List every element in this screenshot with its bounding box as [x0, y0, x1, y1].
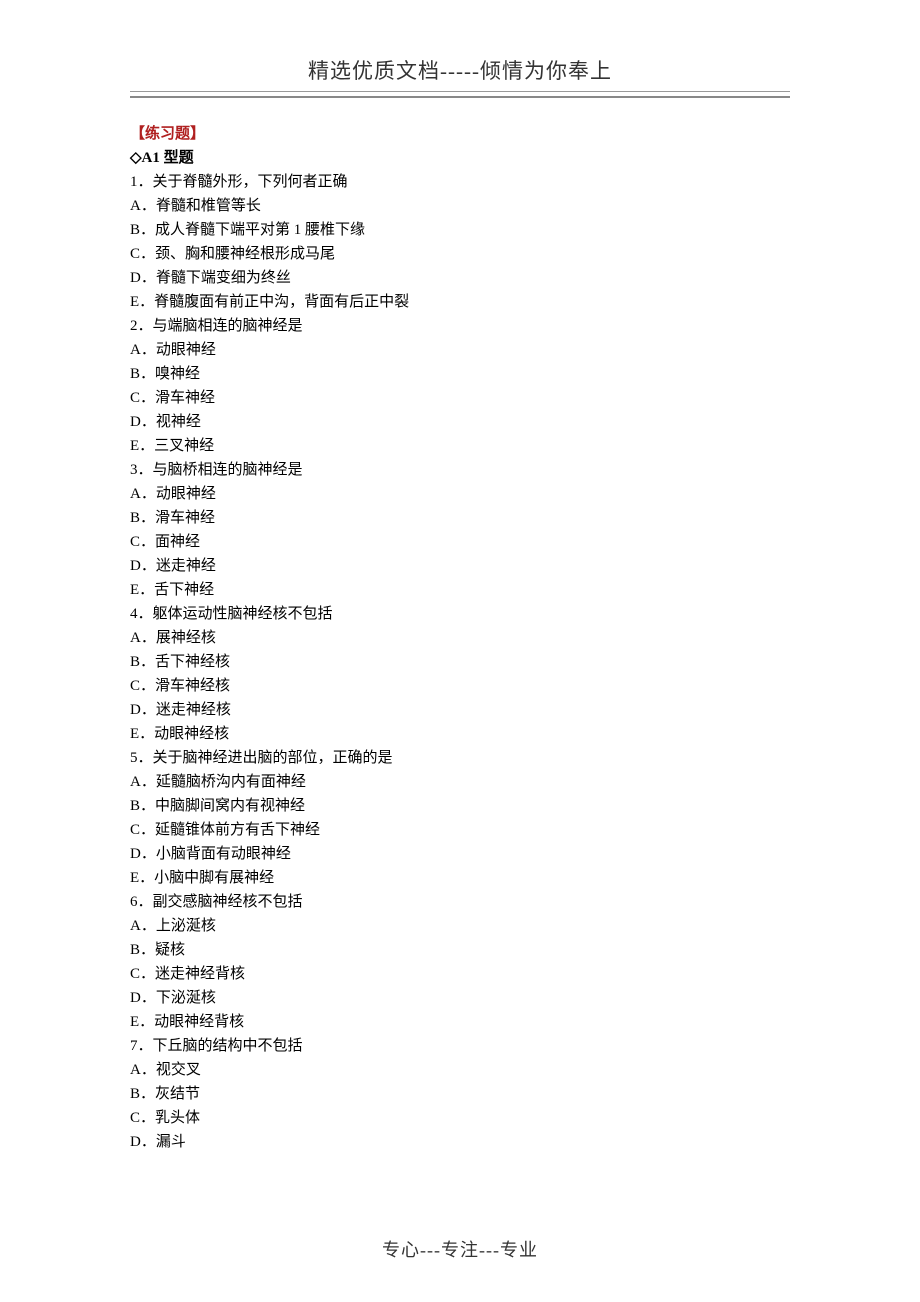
question-stem: 1．关于脊髓外形，下列何者正确 [130, 170, 790, 194]
question-option: D．脊髓下端变细为终丝 [130, 266, 790, 290]
question-option: A．展神经核 [130, 626, 790, 650]
question-option: E．动眼神经背核 [130, 1010, 790, 1034]
question-option: D．漏斗 [130, 1130, 790, 1154]
question-option: D．小脑背面有动眼神经 [130, 842, 790, 866]
question-option: E．动眼神经核 [130, 722, 790, 746]
question-option: E．舌下神经 [130, 578, 790, 602]
question-option: A．动眼神经 [130, 338, 790, 362]
question-option: B．嗅神经 [130, 362, 790, 386]
question-option: B．舌下神经核 [130, 650, 790, 674]
question-option: A．视交叉 [130, 1058, 790, 1082]
page-header: 精选优质文档-----倾情为你奉上 [130, 55, 790, 104]
question-type-title: ◇A1 型题 [130, 146, 790, 170]
question-option: A．动眼神经 [130, 482, 790, 506]
question-option: D．迷走神经核 [130, 698, 790, 722]
question-option: C．滑车神经核 [130, 674, 790, 698]
question-option: A．延髓脑桥沟内有面神经 [130, 770, 790, 794]
page-footer: 专心---专注---专业 [0, 1236, 920, 1262]
header-text: 精选优质文档-----倾情为你奉上 [308, 59, 612, 83]
question-stem: 2．与端脑相连的脑神经是 [130, 314, 790, 338]
question-stem: 4．躯体运动性脑神经核不包括 [130, 602, 790, 626]
question-option: C．颈、胸和腰神经根形成马尾 [130, 242, 790, 266]
question-option: E．小脑中脚有展神经 [130, 866, 790, 890]
question-stem: 5．关于脑神经进出脑的部位，正确的是 [130, 746, 790, 770]
question-option: D．下泌涎核 [130, 986, 790, 1010]
question-option: B．中脑脚间窝内有视神经 [130, 794, 790, 818]
header-ruler [130, 91, 790, 98]
question-option: E．三叉神经 [130, 434, 790, 458]
document-body: 【练习题】 ◇A1 型题 1．关于脊髓外形，下列何者正确 A．脊髓和椎管等长 B… [130, 122, 790, 1154]
question-option: B．滑车神经 [130, 506, 790, 530]
question-option: D．迷走神经 [130, 554, 790, 578]
question-option: A．脊髓和椎管等长 [130, 194, 790, 218]
question-option: B．成人脊髓下端平对第 1 腰椎下缘 [130, 218, 790, 242]
question-stem: 3．与脑桥相连的脑神经是 [130, 458, 790, 482]
question-stem: 7．下丘脑的结构中不包括 [130, 1034, 790, 1058]
question-option: C．迷走神经背核 [130, 962, 790, 986]
question-option: C．面神经 [130, 530, 790, 554]
question-option: D．视神经 [130, 410, 790, 434]
section-title: 【练习题】 [130, 122, 790, 146]
question-option: B．灰结节 [130, 1082, 790, 1106]
question-stem: 6．副交感脑神经核不包括 [130, 890, 790, 914]
question-option: C．乳头体 [130, 1106, 790, 1130]
question-option: C．延髓锥体前方有舌下神经 [130, 818, 790, 842]
question-option: E．脊髓腹面有前正中沟，背面有后正中裂 [130, 290, 790, 314]
question-option: C．滑车神经 [130, 386, 790, 410]
question-option: A．上泌涎核 [130, 914, 790, 938]
question-option: B．疑核 [130, 938, 790, 962]
